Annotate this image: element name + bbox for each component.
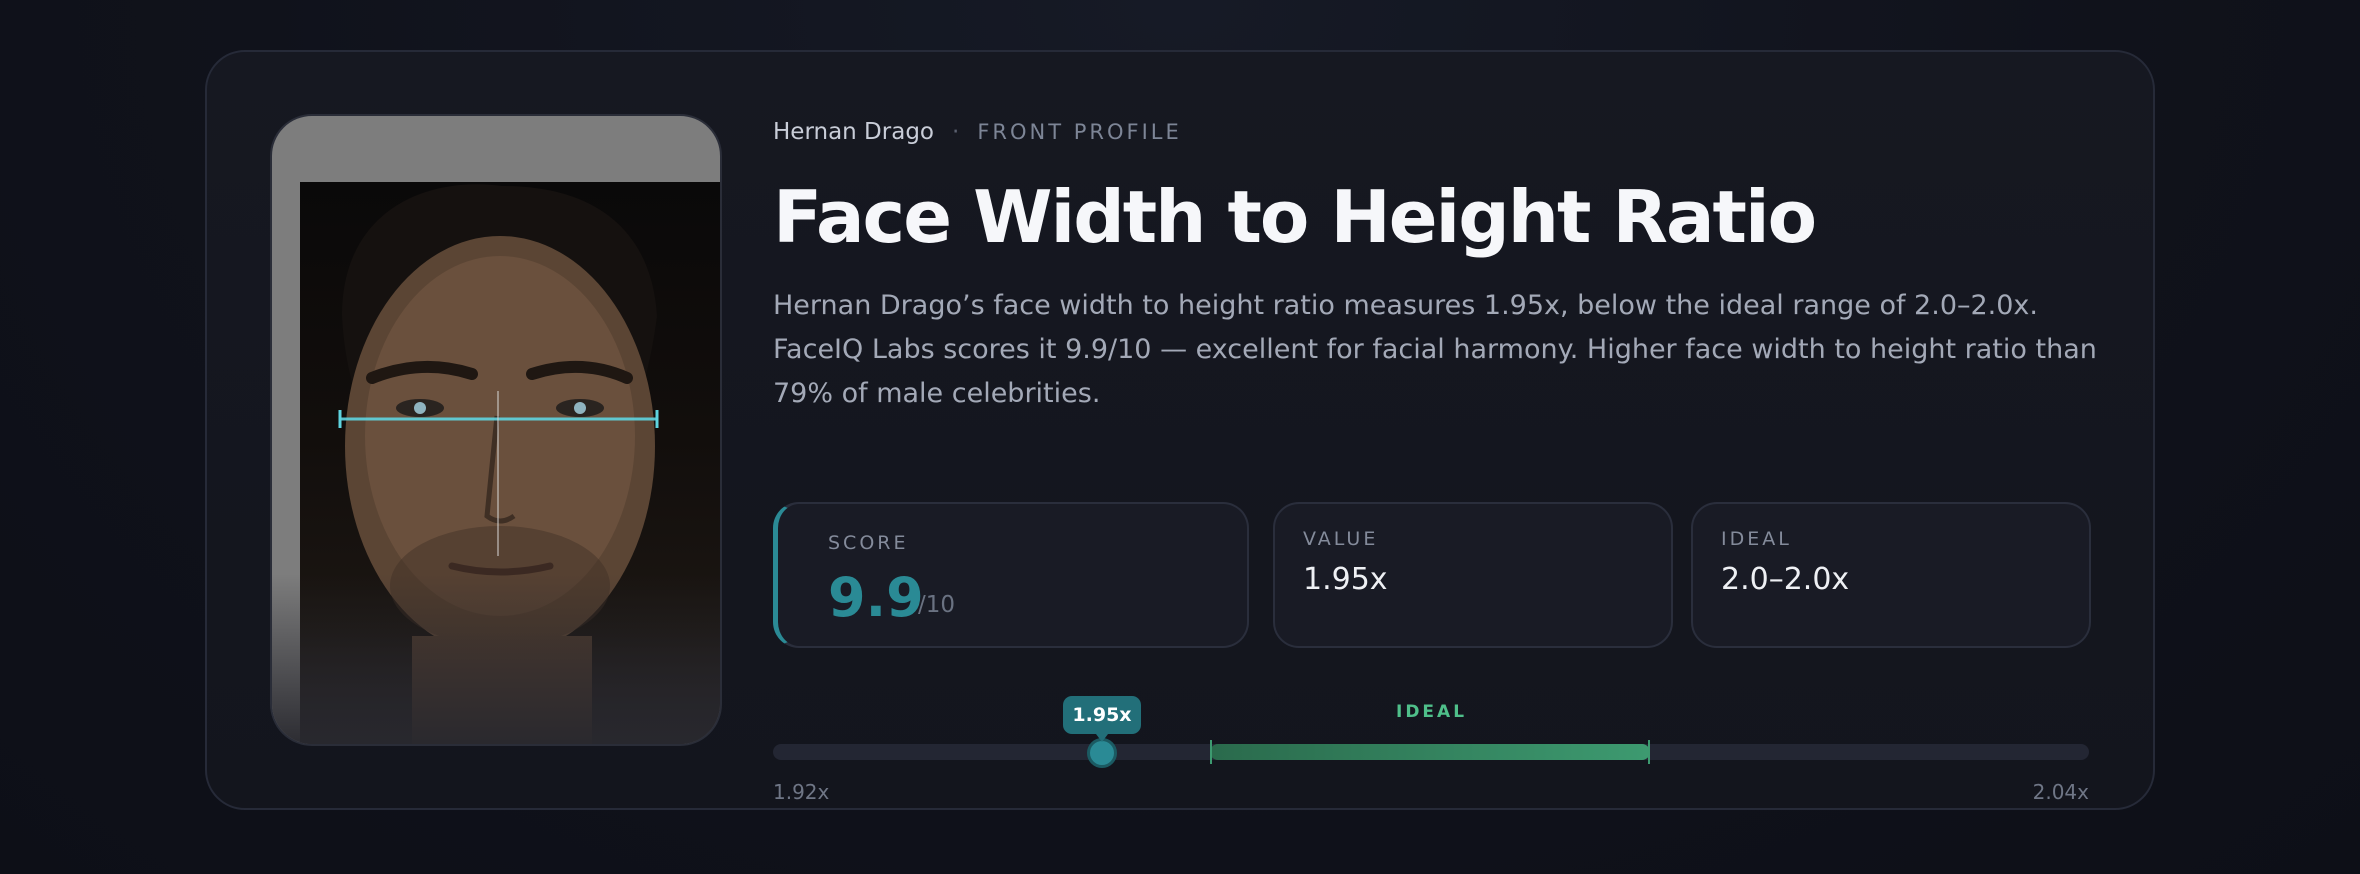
stats-row: SCORE 9.9 /10 VALUE 1.95x IDEAL 2.0–2.0x <box>773 502 2093 648</box>
page-title: Face Width to Height Ratio <box>773 175 1817 259</box>
score-label: SCORE <box>828 532 909 554</box>
ideal-range-start-tick <box>1210 740 1212 764</box>
range-max-label: 2.04x <box>2032 780 2089 804</box>
analysis-content: Hernan Drago · FRONT PROFILE Face Width … <box>773 112 2097 804</box>
ratio-range-bar: IDEAL 1.95x 1.92x 2.04x <box>773 696 2093 812</box>
score-value: 9.9 <box>828 566 924 629</box>
range-min-label: 1.92x <box>773 780 830 804</box>
ideal-range-end-tick <box>1648 740 1650 764</box>
ideal-label: IDEAL <box>1721 528 1792 550</box>
score-denominator: /10 <box>918 592 956 618</box>
subject-name[interactable]: Hernan Drago <box>773 119 934 145</box>
ideal-range-label: IDEAL <box>1396 702 1468 722</box>
measured-value: 1.95x <box>1303 562 1388 597</box>
meta-separator: · <box>952 119 960 145</box>
value-marker-label: 1.95x <box>1063 696 1141 742</box>
photo-fade <box>272 574 720 744</box>
value-card: VALUE 1.95x <box>1273 502 1673 648</box>
value-marker[interactable] <box>1087 738 1117 768</box>
face-photo <box>270 114 722 746</box>
score-card: SCORE 9.9 /10 <box>773 502 1249 648</box>
value-label: VALUE <box>1303 528 1379 550</box>
metric-description: Hernan Drago’s face width to height rati… <box>773 290 2097 409</box>
subject-meta: Hernan Drago · FRONT PROFILE <box>773 112 2093 152</box>
analysis-card: Hernan Drago · FRONT PROFILE Face Width … <box>205 50 2155 810</box>
ideal-range-band <box>1210 744 1650 760</box>
ideal-card: IDEAL 2.0–2.0x <box>1691 502 2091 648</box>
ideal-value: 2.0–2.0x <box>1721 562 1850 597</box>
profile-type: FRONT PROFILE <box>977 120 1182 144</box>
